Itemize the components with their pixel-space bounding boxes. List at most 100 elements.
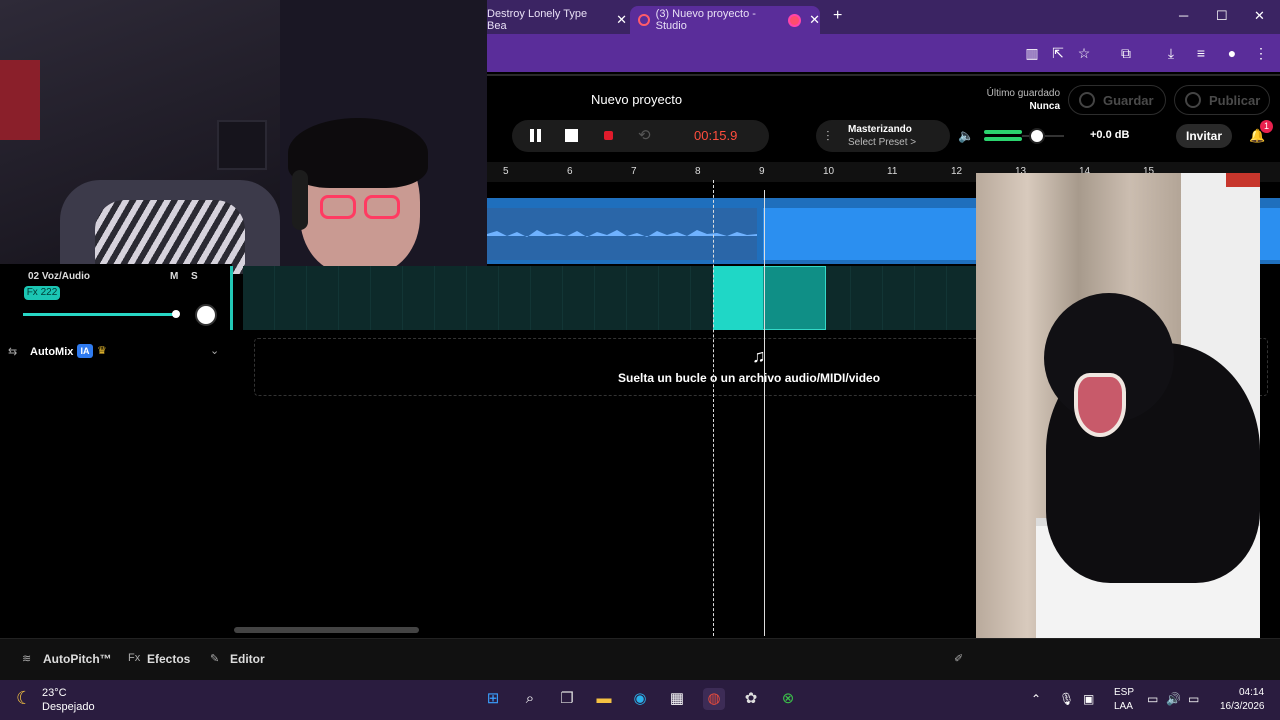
- browser-tab-inactive[interactable]: Destroy Lonely Type Bea ✕: [487, 6, 627, 34]
- publish-button-label: Publicar: [1209, 92, 1261, 108]
- webcam-glasses-left: [320, 195, 356, 219]
- studio-favicon-icon: [638, 14, 650, 26]
- browser-toolbar: ▥ ⇱ ☆ ⧉ ⤓ ≡ ● ⋮: [487, 34, 1280, 72]
- stop-button[interactable]: [564, 128, 580, 144]
- maximize-button[interactable]: ☐: [1216, 8, 1228, 24]
- ruler-tick: 11: [887, 166, 898, 177]
- editor-button[interactable]: Editor: [230, 652, 265, 666]
- last-saved-status: Último guardado Nunca: [960, 87, 1060, 113]
- bookmark-star-icon[interactable]: ☆: [1075, 44, 1093, 62]
- store-icon[interactable]: ▦: [666, 688, 688, 710]
- speaker-icon[interactable]: 🔈: [958, 128, 974, 144]
- search-icon[interactable]: ⌕: [519, 688, 541, 710]
- brush-icon[interactable]: ✐: [954, 652, 963, 665]
- pause-button[interactable]: [528, 128, 544, 144]
- moon-icon[interactable]: ☾: [16, 688, 32, 709]
- ruler-tick: 9: [759, 166, 765, 177]
- solo-button[interactable]: S: [191, 271, 198, 282]
- publish-button[interactable]: Publicar: [1174, 85, 1270, 115]
- webcam-picture-frame: [217, 120, 267, 170]
- track-color-bar: [230, 266, 233, 330]
- waveform-graphic: [487, 230, 757, 237]
- master-volume-knob[interactable]: [1029, 128, 1045, 144]
- recording-indicator-icon: [790, 15, 800, 25]
- bottom-toolbar: [0, 638, 1280, 680]
- autopitch-button[interactable]: AutoPitch™: [43, 652, 112, 666]
- track-volume-slider[interactable]: [23, 313, 177, 316]
- browser-tab-active[interactable]: (3) Nuevo proyecto - Studio ✕: [630, 6, 820, 34]
- network-icon[interactable]: ▭: [1147, 692, 1158, 706]
- ruler-tick: 10: [823, 166, 835, 177]
- file-explorer-icon[interactable]: ▬: [593, 688, 615, 710]
- microphone-icon[interactable]: 🎙: [1059, 692, 1074, 706]
- xbox-icon[interactable]: ⊗: [777, 688, 799, 710]
- playhead[interactable]: [764, 190, 765, 636]
- browser-tab-strip: Destroy Lonely Type Bea ✕ (3) Nuevo proy…: [487, 0, 1280, 34]
- track-name[interactable]: 02 Voz/Audio: [28, 271, 90, 282]
- chevron-down-icon[interactable]: ⌄: [210, 344, 219, 357]
- ai-badge: IA: [77, 344, 93, 358]
- weather-description[interactable]: Despejado: [42, 701, 95, 713]
- close-icon[interactable]: ✕: [809, 12, 820, 28]
- cloud-icon: [1079, 92, 1095, 108]
- new-tab-button[interactable]: +: [833, 7, 842, 25]
- drop-zone-text: Suelta un bucle o un archivo audio/MIDI/…: [618, 371, 881, 385]
- extensions-icon[interactable]: ⧉: [1117, 44, 1135, 62]
- invite-button[interactable]: Invitar: [1176, 124, 1232, 148]
- tab-label: Destroy Lonely Type Bea: [487, 8, 588, 32]
- install-app-icon[interactable]: ⇱: [1049, 44, 1067, 62]
- download-icon[interactable]: ⤓: [1162, 44, 1180, 62]
- sidebar-icon[interactable]: ▥: [1023, 44, 1041, 62]
- window-close-button[interactable]: ✕: [1254, 8, 1265, 24]
- last-saved-value: Nunca: [1029, 101, 1060, 112]
- menu-kebab-icon[interactable]: ⋮: [1252, 44, 1270, 62]
- webcam-person-hair: [288, 118, 428, 188]
- horizontal-scrollbar[interactable]: [234, 627, 419, 633]
- cat-red-object: [1226, 173, 1260, 187]
- track-volume-handle[interactable]: [172, 310, 180, 318]
- language-indicator[interactable]: ESP: [1114, 687, 1134, 698]
- app-icon[interactable]: ✿: [740, 688, 762, 710]
- cat-mouth: [1074, 373, 1126, 437]
- time-display: 00:15.9: [694, 128, 738, 143]
- keyboard-layout[interactable]: LAA: [1114, 701, 1133, 712]
- loop-marker[interactable]: [713, 180, 714, 636]
- clock-time[interactable]: 04:14: [1239, 687, 1264, 698]
- recorded-clip-highlight: [713, 266, 763, 330]
- effects-button[interactable]: Efectos: [147, 652, 190, 666]
- display-icon[interactable]: ▣: [1083, 692, 1094, 706]
- media-control-icon[interactable]: ≡: [1192, 44, 1210, 62]
- close-icon[interactable]: ✕: [616, 12, 627, 28]
- ruler-tick: 5: [503, 166, 509, 177]
- record-button[interactable]: [601, 128, 617, 144]
- fx-icon: Fx: [128, 652, 141, 664]
- chrome-icon[interactable]: ◍: [703, 688, 725, 710]
- save-button[interactable]: Guardar: [1068, 85, 1166, 115]
- ruler-tick: 7: [631, 166, 637, 177]
- profile-avatar-icon[interactable]: ●: [1223, 44, 1241, 62]
- weather-temperature[interactable]: 23°C: [42, 687, 67, 699]
- track-2-lane[interactable]: [243, 266, 976, 330]
- volume-db-readout: +0.0 dB: [1090, 129, 1130, 141]
- minimize-button[interactable]: ─: [1179, 8, 1188, 23]
- clock-date[interactable]: 16/3/2026: [1220, 701, 1265, 712]
- ruler-tick: 6: [567, 166, 573, 177]
- mastering-button[interactable]: ⫶ Masterizando Select Preset >: [816, 120, 950, 152]
- ruler-tick: 8: [695, 166, 701, 177]
- edge-icon[interactable]: ◉: [629, 688, 651, 710]
- pan-knob[interactable]: [195, 304, 217, 326]
- fx-preset-badge[interactable]: Fx 222: [24, 286, 60, 300]
- pencil-icon: ✎: [210, 653, 220, 665]
- task-view-icon[interactable]: ❐: [556, 688, 578, 710]
- loop-icon[interactable]: ⟲: [638, 128, 654, 144]
- battery-icon[interactable]: ▭: [1188, 692, 1199, 706]
- select-preset-link[interactable]: Select Preset >: [848, 137, 916, 148]
- chevron-up-icon[interactable]: ⌃: [1031, 692, 1041, 706]
- notification-badge: 1: [1260, 120, 1273, 133]
- mute-button[interactable]: M: [170, 271, 178, 282]
- cat-video-overlay: [976, 173, 1260, 677]
- volume-icon[interactable]: 🔊: [1166, 692, 1181, 706]
- last-saved-label: Último guardado: [986, 88, 1060, 99]
- project-title[interactable]: Nuevo proyecto: [591, 92, 682, 107]
- start-icon[interactable]: ⊞: [482, 688, 504, 710]
